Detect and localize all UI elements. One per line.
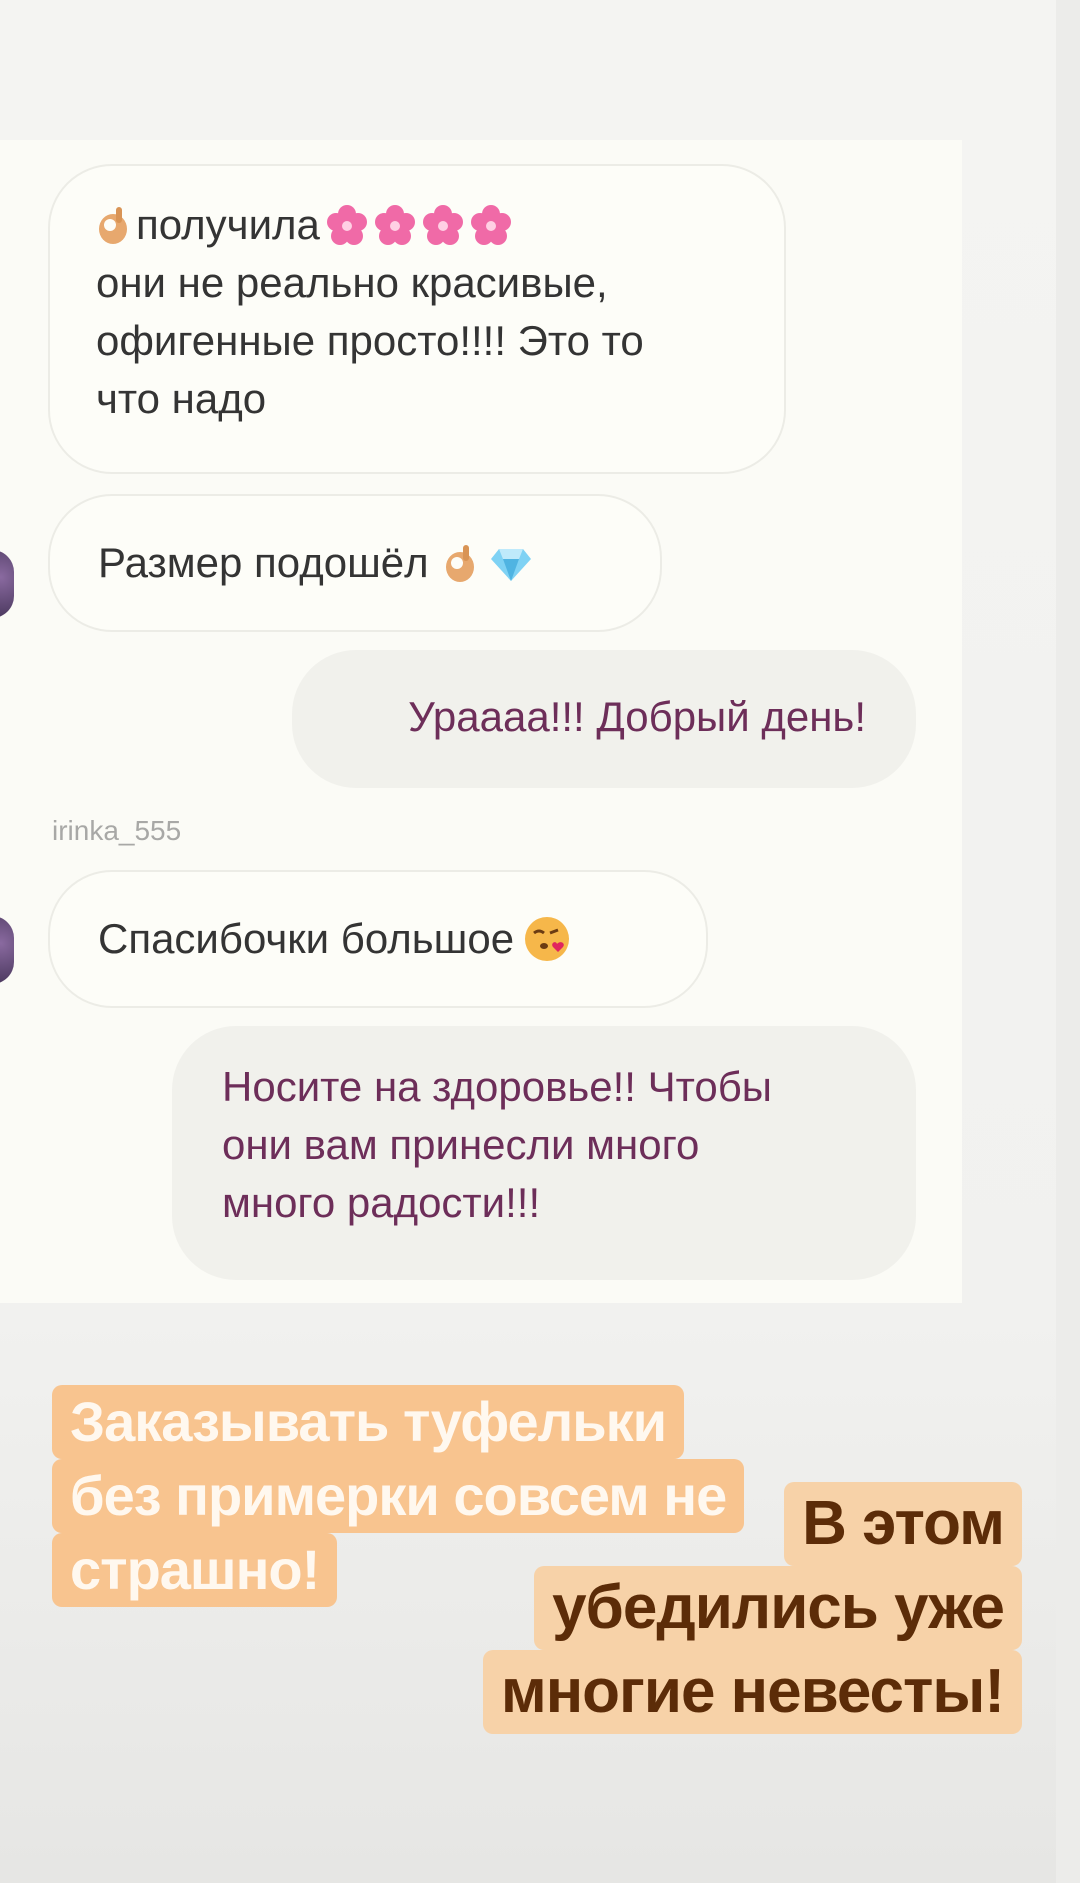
message-text: Размер подошёл: [98, 539, 429, 586]
caption-line: Заказывать туфельки: [52, 1385, 685, 1459]
cherry-blossom-icon: [470, 204, 512, 246]
incoming-message-bubble: получила они не реально красивые, офиген…: [48, 164, 786, 474]
outgoing-message-bubble: Носите на здоровье!! Чтобы они вам прине…: [172, 1026, 916, 1280]
chat-screenshot: получила они не реально красивые, офиген…: [0, 140, 962, 1303]
ok-hand-icon: [443, 543, 477, 583]
message-text: Урaaaa!!! Добрый день!: [408, 693, 866, 740]
cherry-blossom-icon: [326, 204, 368, 246]
gem-icon: [490, 543, 531, 583]
cherry-blossom-icon: [374, 204, 416, 246]
message-text: они вам принесли много: [222, 1121, 700, 1168]
message-text: получила: [136, 201, 320, 248]
cherry-blossom-icon: [422, 204, 464, 246]
caption-line: страшно!: [52, 1533, 338, 1607]
ok-hand-icon: [96, 205, 130, 245]
avatar[interactable]: [0, 916, 14, 984]
caption-line: многие невесты!: [482, 1650, 1022, 1734]
sender-username[interactable]: irinka_555: [52, 815, 181, 847]
outgoing-message-bubble: Урaaaa!!! Добрый день!: [292, 650, 916, 788]
message-text: много радости!!!: [222, 1179, 541, 1226]
incoming-message-bubble: Размер подошёл: [48, 494, 662, 632]
avatar[interactable]: [0, 550, 14, 618]
caption-right: В этом убедились уже многие невесты!: [482, 1482, 1022, 1734]
message-text: Спасибочки большое: [98, 915, 515, 962]
message-text: они не реально красивые,: [96, 259, 608, 306]
caption-line: убедились уже: [534, 1566, 1022, 1650]
caption-line: В этом: [784, 1482, 1022, 1566]
screen-edge: [1056, 0, 1080, 1883]
message-text: Носите на здоровье!! Чтобы: [222, 1063, 772, 1110]
face-blowing-kiss-icon: [524, 916, 570, 962]
message-text: что надо: [96, 375, 267, 422]
incoming-message-bubble: Спасибочки большое: [48, 870, 708, 1008]
message-text: офигенные просто!!!! Это то: [96, 317, 644, 364]
